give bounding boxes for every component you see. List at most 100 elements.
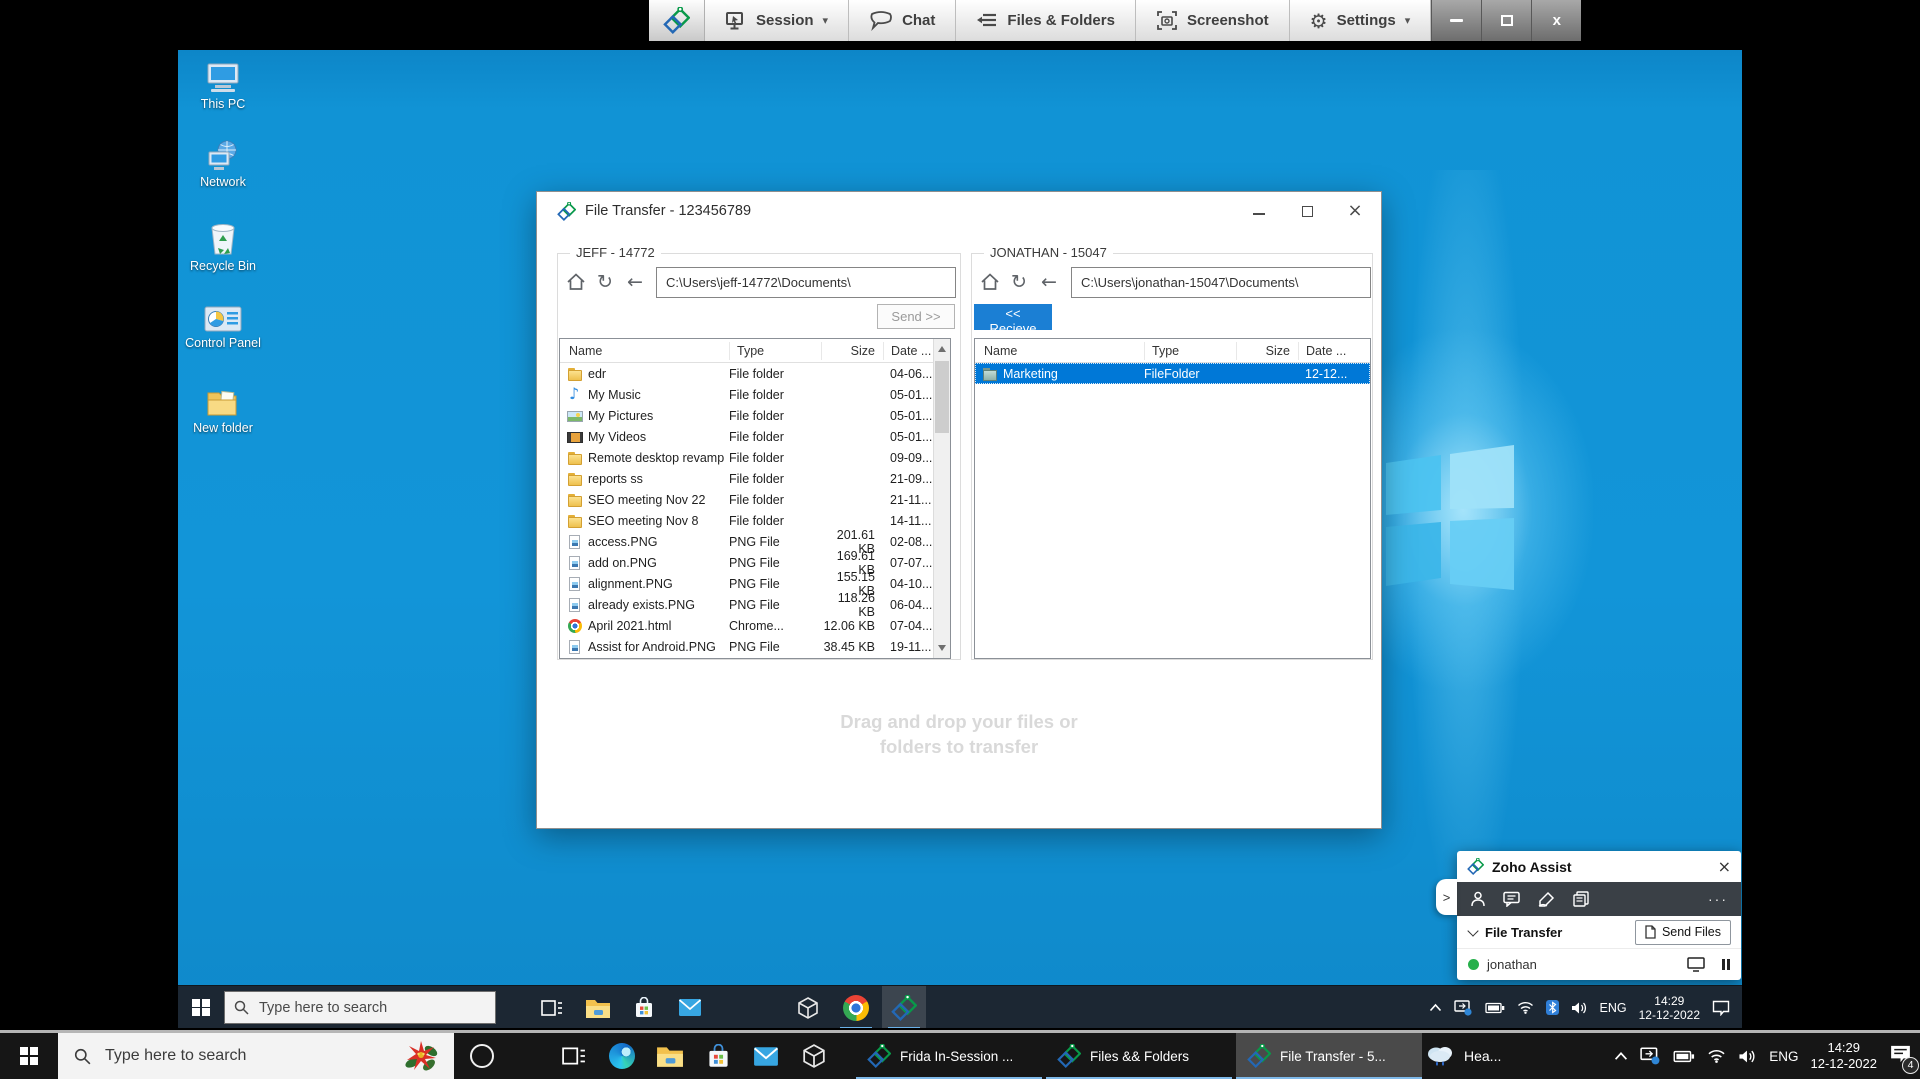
file-explorer-button[interactable] xyxy=(648,1033,692,1079)
file-row[interactable]: already exists.PNGPNG File118.26 KB06-04… xyxy=(560,594,933,615)
remote-session-tray-icon[interactable] xyxy=(1454,1000,1473,1016)
column-header-size[interactable]: Size xyxy=(1237,342,1299,360)
back-icon[interactable]: ← xyxy=(623,270,647,294)
host-search-box[interactable] xyxy=(58,1033,454,1079)
tray-expand-icon[interactable] xyxy=(1614,1051,1628,1061)
column-header-type[interactable]: Type xyxy=(1145,342,1237,360)
scroll-down-arrow[interactable] xyxy=(938,645,946,651)
task-view-button[interactable] xyxy=(552,1033,596,1079)
chat-button[interactable]: Chat xyxy=(849,0,956,41)
file-row[interactable]: reports ssFile folder21-09... xyxy=(560,468,933,489)
taskbar-app-files-folders[interactable]: Files && Folders xyxy=(1046,1033,1232,1079)
remote-search-input[interactable] xyxy=(257,999,467,1017)
desktop-icon-this-pc[interactable]: This PC xyxy=(178,62,268,111)
package-app-button[interactable] xyxy=(792,1033,836,1079)
maximize-button[interactable] xyxy=(1481,0,1531,41)
column-header-size[interactable]: Size xyxy=(822,342,884,360)
more-options-button[interactable]: ··· xyxy=(1708,891,1728,907)
action-center-button[interactable]: 4 xyxy=(1889,1044,1912,1069)
wifi-icon[interactable] xyxy=(1517,1001,1534,1014)
receive-button[interactable]: << Recieve xyxy=(974,304,1052,330)
widget-header[interactable]: Zoho Assist × xyxy=(1457,851,1741,882)
column-header-name[interactable]: Name xyxy=(560,342,730,360)
pause-session-button[interactable] xyxy=(1722,959,1731,970)
dialog-close-button[interactable]: × xyxy=(1331,192,1379,230)
column-header-name[interactable]: Name xyxy=(975,342,1145,360)
desktop-icon-network[interactable]: Network xyxy=(178,140,268,189)
desktop-icon-new-folder[interactable]: New folder xyxy=(178,388,268,435)
remote-path-input[interactable] xyxy=(1071,267,1371,298)
file-row[interactable]: My VideosFile folder05-01... xyxy=(560,426,933,447)
minimize-button[interactable] xyxy=(1431,0,1481,41)
chevron-down-icon[interactable] xyxy=(1467,925,1478,936)
session-menu-button[interactable]: Session ▾ xyxy=(705,0,849,41)
file-row[interactable]: SEO meeting Nov 22File folder21-11... xyxy=(560,489,933,510)
clock[interactable]: 14:29 12-12-2022 xyxy=(1639,994,1700,1022)
mail-button[interactable] xyxy=(744,1033,788,1079)
volume-icon[interactable] xyxy=(1571,1001,1588,1015)
desktop-icon-control-panel[interactable]: Control Panel xyxy=(178,305,268,350)
refresh-icon[interactable]: ↻ xyxy=(593,270,617,294)
send-button[interactable]: Send >> xyxy=(877,304,955,329)
home-icon[interactable] xyxy=(978,270,1002,294)
back-icon[interactable]: ← xyxy=(1037,270,1061,294)
taskbar-app-file-transfer[interactable]: File Transfer - 5... xyxy=(1236,1033,1422,1079)
clock[interactable]: 14:29 12-12-2022 xyxy=(1811,1040,1878,1072)
chrome-button[interactable] xyxy=(834,986,878,1028)
host-search-input[interactable] xyxy=(103,1046,392,1066)
annotate-button[interactable] xyxy=(1538,891,1556,907)
widget-collapse-tab[interactable]: > xyxy=(1436,879,1457,915)
file-row[interactable]: My PicturesFile folder05-01... xyxy=(560,405,933,426)
task-view-button[interactable] xyxy=(530,986,574,1028)
action-center-icon[interactable] xyxy=(1712,1000,1730,1016)
column-header-type[interactable]: Type xyxy=(730,342,822,360)
file-row[interactable]: My MusicFile folder05-01... xyxy=(560,384,933,405)
wifi-icon[interactable] xyxy=(1707,1049,1726,1063)
close-button[interactable]: x xyxy=(1531,0,1581,41)
cortana-button[interactable] xyxy=(470,1044,494,1068)
widget-close-icon[interactable]: × xyxy=(1718,857,1731,876)
chat-button[interactable] xyxy=(1503,891,1521,907)
column-header-date[interactable]: Date ... xyxy=(1299,342,1370,360)
file-row[interactable]: Remote desktop revampFile folder09-09... xyxy=(560,447,933,468)
volume-icon[interactable] xyxy=(1738,1049,1757,1064)
scroll-up-arrow[interactable] xyxy=(938,346,946,352)
file-explorer-button[interactable] xyxy=(576,986,620,1028)
monitor-icon[interactable] xyxy=(1687,957,1705,972)
bluetooth-icon[interactable] xyxy=(1546,1000,1559,1015)
file-row[interactable]: Assist for Android.PNGPNG File38.45 KB19… xyxy=(560,636,933,657)
send-files-button[interactable]: Send Files xyxy=(1635,920,1731,945)
home-icon[interactable] xyxy=(564,270,588,294)
weather-widget[interactable]: Hea... xyxy=(1425,1033,1501,1079)
local-path-input[interactable] xyxy=(656,267,956,298)
copy-clipboard-button[interactable] xyxy=(1573,891,1589,907)
edge-button[interactable] xyxy=(600,1033,644,1079)
package-app-button[interactable] xyxy=(786,986,830,1028)
settings-menu-button[interactable]: ⚙ Settings ▾ xyxy=(1290,0,1432,41)
file-row[interactable]: edrFile folder04-06... xyxy=(560,363,933,384)
host-start-button[interactable] xyxy=(0,1033,58,1079)
scrollbar[interactable] xyxy=(933,339,950,658)
files-folders-button[interactable]: Files & Folders xyxy=(956,0,1136,41)
remote-session-tray-icon[interactable] xyxy=(1640,1047,1661,1065)
scroll-thumb[interactable] xyxy=(935,361,949,433)
battery-icon[interactable] xyxy=(1673,1050,1695,1063)
dialog-minimize-button[interactable] xyxy=(1235,192,1283,230)
file-list-header[interactable]: Name Type Size Date ... xyxy=(975,339,1370,363)
tray-expand-icon[interactable] xyxy=(1429,1003,1442,1012)
refresh-icon[interactable]: ↻ xyxy=(1007,270,1031,294)
mail-button[interactable] xyxy=(668,986,712,1028)
zoho-assist-taskbar-button[interactable] xyxy=(882,986,926,1028)
remote-search-box[interactable] xyxy=(224,991,496,1024)
battery-icon[interactable] xyxy=(1485,1002,1505,1014)
file-list-header[interactable]: Name Type Size Date ... xyxy=(560,339,950,363)
participants-button[interactable] xyxy=(1470,891,1486,907)
screenshot-button[interactable]: Screenshot xyxy=(1136,0,1290,41)
desktop-icon-recycle-bin[interactable]: Recycle Bin xyxy=(178,222,268,273)
language-indicator[interactable]: ENG xyxy=(1600,1001,1627,1015)
store-button[interactable] xyxy=(622,986,666,1028)
file-row[interactable]: MarketingFileFolder12-12... xyxy=(975,363,1370,384)
language-indicator[interactable]: ENG xyxy=(1769,1049,1798,1064)
file-row[interactable]: April 2021.htmlChrome...12.06 KB07-04... xyxy=(560,615,933,636)
dialog-maximize-button[interactable] xyxy=(1283,192,1331,230)
